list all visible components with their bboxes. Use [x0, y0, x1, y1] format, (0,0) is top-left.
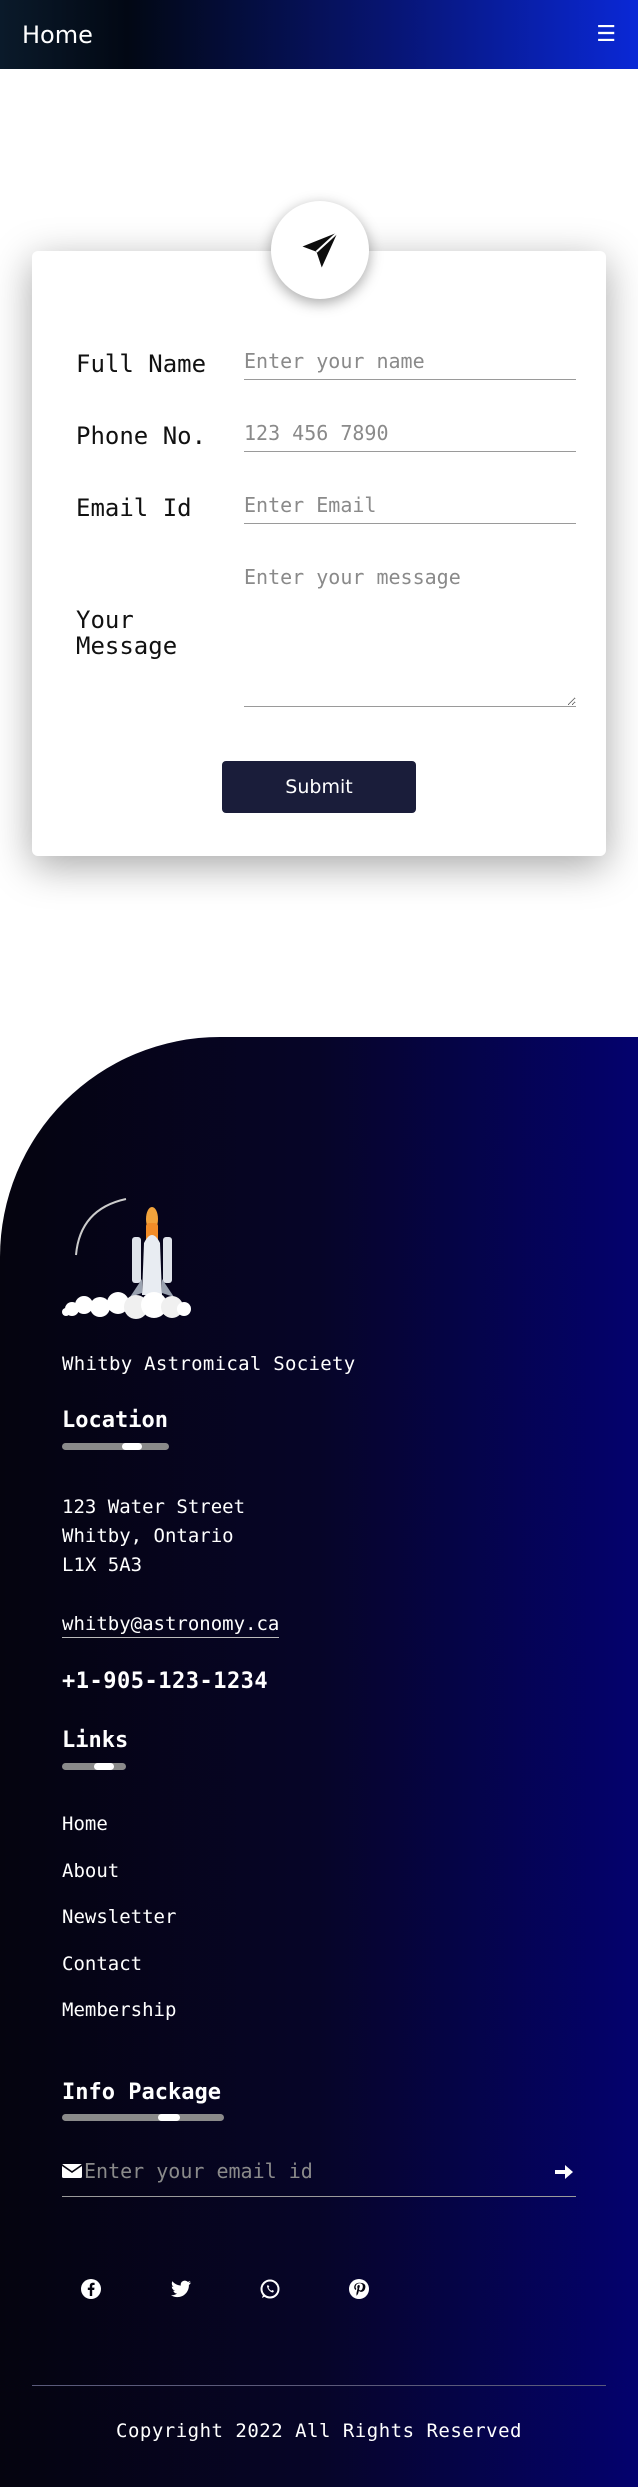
footer-link-contact[interactable]: Contact — [62, 1953, 142, 1975]
footer-link-membership[interactable]: Membership — [62, 1999, 176, 2021]
facebook-icon[interactable] — [80, 2278, 102, 2300]
location-title: Location — [62, 1408, 168, 1433]
whatsapp-icon[interactable] — [259, 2278, 281, 2300]
message-label: Your Message — [76, 606, 178, 661]
location-underline — [62, 1443, 169, 1450]
links-underline — [62, 1763, 126, 1770]
full-name-input[interactable] — [244, 343, 576, 380]
send-badge — [271, 201, 369, 299]
links-title: Links — [62, 1728, 129, 1753]
address-line-3: L1X 5A3 — [62, 1554, 143, 1576]
paper-plane-icon — [302, 231, 339, 268]
info-package-title: Info Package — [62, 2080, 221, 2105]
email-input[interactable] — [244, 487, 576, 524]
full-name-label: Full Name — [76, 350, 207, 378]
subscribe-form — [62, 2159, 576, 2197]
subscribe-email-input[interactable] — [82, 2159, 552, 2183]
message-row: Your Message — [76, 607, 196, 660]
phone-row: Phone No. — [76, 422, 210, 450]
list-item: Home — [62, 1813, 176, 1860]
top-navbar: Home ☰ — [0, 0, 638, 69]
submit-button[interactable]: Submit — [222, 761, 416, 813]
message-textarea[interactable] — [244, 557, 576, 707]
footer-links-list: Home About Newsletter Contact Membership — [62, 1813, 176, 2046]
phone-label: Phone No. — [76, 422, 207, 450]
footer: Whitby Astromical Society Location 123 W… — [0, 1037, 638, 2487]
phone-input[interactable] — [244, 415, 576, 452]
footer-link-home[interactable]: Home — [62, 1813, 108, 1835]
address-line-1: 123 Water Street — [62, 1496, 246, 1518]
pinterest-icon[interactable] — [348, 2278, 370, 2300]
footer-link-newsletter[interactable]: Newsletter — [62, 1906, 176, 1928]
rocket-logo-icon — [62, 1198, 191, 1319]
list-item: Membership — [62, 1999, 176, 2046]
full-name-row: Full Name — [76, 350, 210, 378]
info-package-underline — [62, 2114, 224, 2121]
contact-form-card: Full Name Phone No. Email Id Your Messag… — [32, 251, 606, 856]
list-item: About — [62, 1860, 176, 1907]
envelope-icon — [62, 2164, 82, 2178]
email-row: Email Id — [76, 494, 210, 522]
list-item: Contact — [62, 1953, 176, 2000]
twitter-icon[interactable] — [170, 2278, 192, 2300]
organization-name: Whitby Astromical Society — [62, 1353, 356, 1375]
email-label: Email Id — [76, 494, 192, 522]
hamburger-menu-icon[interactable]: ☰ — [596, 22, 616, 47]
email-link[interactable]: whitby@astronomy.ca — [62, 1613, 280, 1638]
list-item: Newsletter — [62, 1906, 176, 1953]
address-line-2: Whitby, Ontario — [62, 1525, 234, 1547]
address-block: 123 Water Street Whitby, Ontario L1X 5A3 — [62, 1493, 245, 1580]
home-link[interactable]: Home — [22, 21, 93, 49]
footer-link-about[interactable]: About — [62, 1860, 119, 1882]
arrow-right-icon[interactable] — [552, 2163, 576, 2181]
copyright-text: Copyright 2022 All Rights Reserved — [116, 2420, 522, 2442]
footer-divider — [32, 2385, 606, 2386]
phone-number: +1-905-123-1234 — [62, 1669, 269, 1694]
